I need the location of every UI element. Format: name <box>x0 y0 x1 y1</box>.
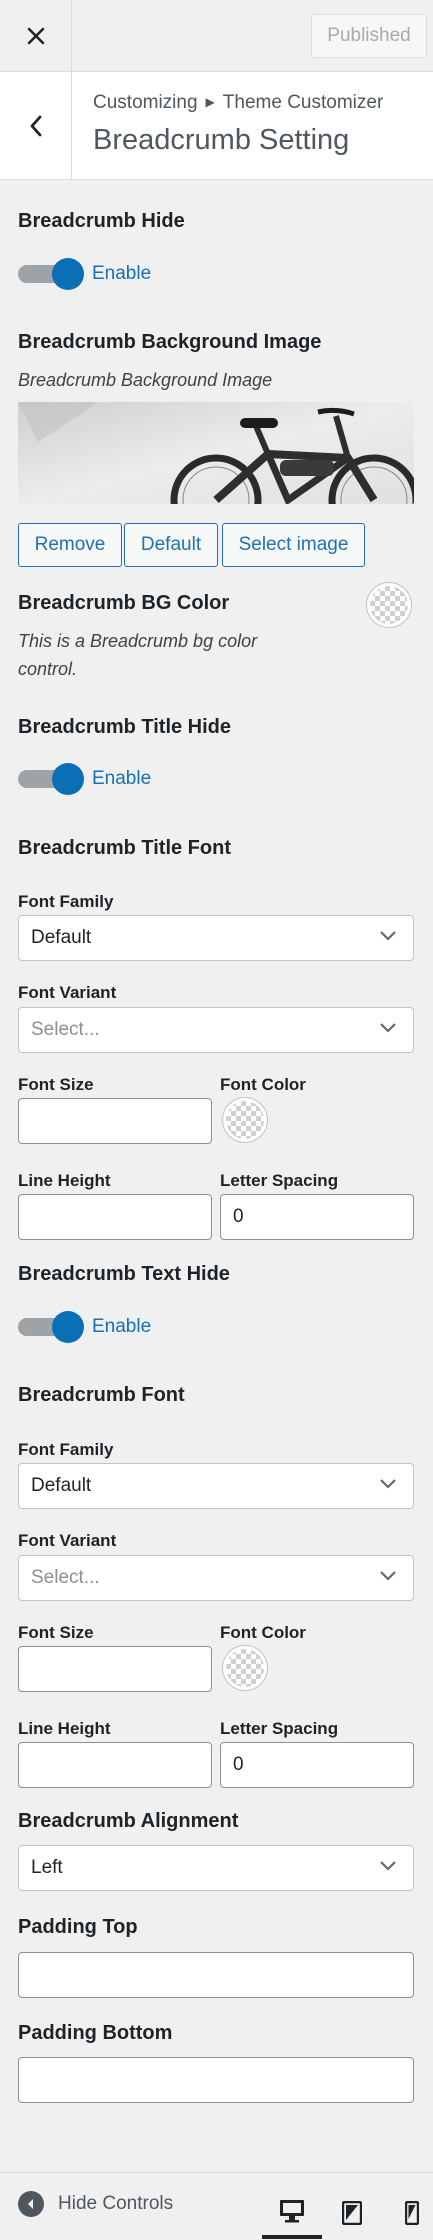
breadcrumb-hide-toggle[interactable]: Enable <box>18 258 152 290</box>
preview-tablet-button[interactable] <box>322 2187 382 2239</box>
text-hide-toggle[interactable]: Enable <box>18 1311 152 1343</box>
bg-color-description: This is a Breadcrumb bg color control. <box>18 631 258 679</box>
toggle-track <box>18 1311 84 1343</box>
padding-bottom-label: Padding Bottom <box>18 2022 173 2044</box>
bg-color-picker[interactable] <box>366 582 412 628</box>
hide-controls-label: Hide Controls <box>58 2193 174 2214</box>
title-font-size-input[interactable] <box>18 1098 212 1144</box>
font-family-select[interactable]: Default <box>18 1463 414 1509</box>
bicycle-image <box>18 402 414 504</box>
title-font-label: Breadcrumb Title Font <box>18 837 231 859</box>
select-value: Default <box>31 1475 92 1496</box>
line-height-input[interactable] <box>18 1742 212 1788</box>
font-color-picker[interactable] <box>222 1645 268 1691</box>
preview-mobile-button[interactable] <box>392 2187 432 2239</box>
select-placeholder: Select... <box>31 1019 100 1040</box>
font-variant-label: Font Variant <box>18 1531 117 1550</box>
customizer-header: Published <box>0 0 433 72</box>
transparent-swatch <box>226 1101 264 1139</box>
toggle-knob <box>52 763 84 795</box>
breadcrumb-hide-label: Breadcrumb Hide <box>18 210 185 232</box>
close-icon <box>27 27 44 45</box>
letter-spacing-input[interactable]: 0 <box>220 1742 414 1788</box>
title-font-family-select[interactable]: Default <box>18 915 414 961</box>
chevron-down-icon <box>380 1479 396 1489</box>
font-color-label: Font Color <box>220 1623 306 1642</box>
triangle-right-icon: ▶ <box>205 95 215 109</box>
hide-controls-button[interactable]: Hide Controls <box>18 2191 173 2217</box>
title-font-family-label: Font Family <box>18 892 114 911</box>
font-variant-select[interactable]: Select... <box>18 1555 414 1601</box>
default-image-button[interactable]: Default <box>124 523 218 567</box>
transparent-swatch <box>370 586 408 624</box>
font-label: Breadcrumb Font <box>18 1384 185 1406</box>
transparent-swatch <box>226 1649 264 1687</box>
padding-bottom-input[interactable] <box>18 2057 414 2103</box>
toggle-track <box>18 763 84 795</box>
chevron-down-icon <box>380 1571 396 1581</box>
title-font-variant-select[interactable]: Select... <box>18 1007 414 1053</box>
letter-spacing-label: Letter Spacing <box>220 1719 339 1738</box>
select-image-button[interactable]: Select image <box>222 523 365 567</box>
tablet-icon <box>342 2201 362 2225</box>
chevron-down-icon <box>380 1023 396 1033</box>
desktop-icon <box>280 2200 304 2223</box>
select-value: Default <box>31 927 92 948</box>
preview-desktop-button[interactable] <box>262 2187 322 2239</box>
select-placeholder: Select... <box>31 1567 100 1588</box>
section-header: Customizing ▶ Theme Customizer Breadcrumb … <box>0 72 433 180</box>
back-button[interactable] <box>0 72 72 179</box>
font-size-label: Font Size <box>18 1623 94 1642</box>
padding-top-label: Padding Top <box>18 1916 138 1938</box>
toggle-label: Enable <box>92 768 152 789</box>
font-family-label: Font Family <box>18 1440 114 1459</box>
bg-image-description: Breadcrumb Background Image <box>18 370 273 390</box>
padding-top-input[interactable] <box>18 1952 414 1998</box>
bg-color-label: Breadcrumb BG Color <box>18 592 230 614</box>
breadcrumb-parent: Theme Customizer <box>222 92 384 113</box>
title-hide-label: Breadcrumb Title Hide <box>18 716 232 738</box>
chevron-down-icon <box>380 1861 396 1871</box>
toggle-label: Enable <box>92 263 152 284</box>
close-button[interactable] <box>0 0 72 72</box>
mobile-icon <box>405 2201 419 2225</box>
title-font-size-label: Font Size <box>18 1075 94 1094</box>
title-hide-toggle[interactable]: Enable <box>18 763 152 795</box>
title-letter-spacing-label: Letter Spacing <box>220 1171 339 1190</box>
collapse-arrow-icon <box>18 2191 44 2217</box>
bg-image-label: Breadcrumb Background Image <box>18 331 322 353</box>
title-line-height-input[interactable] <box>18 1194 212 1240</box>
toggle-knob <box>52 258 84 290</box>
section-title: Breadcrumb Setting <box>93 124 350 156</box>
title-letter-spacing-input[interactable]: 0 <box>220 1194 414 1240</box>
bg-image-preview <box>18 402 414 504</box>
customizer-footer: Hide Controls <box>0 2172 433 2240</box>
toggle-track <box>18 258 84 290</box>
line-height-label: Line Height <box>18 1719 111 1738</box>
alignment-select[interactable]: Left <box>18 1845 414 1891</box>
title-font-color-picker[interactable] <box>222 1097 268 1143</box>
remove-image-button[interactable]: Remove <box>18 523 122 567</box>
title-font-color-label: Font Color <box>220 1075 306 1094</box>
title-line-height-label: Line Height <box>18 1171 111 1190</box>
toggle-knob <box>52 1311 84 1343</box>
chevron-left-icon <box>30 115 41 136</box>
select-value: Left <box>31 1857 63 1878</box>
toggle-label: Enable <box>92 1316 152 1337</box>
publish-button[interactable]: Published <box>311 14 427 58</box>
title-font-variant-label: Font Variant <box>18 983 117 1002</box>
text-hide-label: Breadcrumb Text Hide <box>18 1263 230 1285</box>
alignment-label: Breadcrumb Alignment <box>18 1810 239 1832</box>
breadcrumb: Customizing ▶ Theme Customizer <box>93 92 383 114</box>
font-size-input[interactable] <box>18 1646 212 1692</box>
chevron-down-icon <box>380 931 396 941</box>
breadcrumb-root: Customizing <box>93 92 198 113</box>
